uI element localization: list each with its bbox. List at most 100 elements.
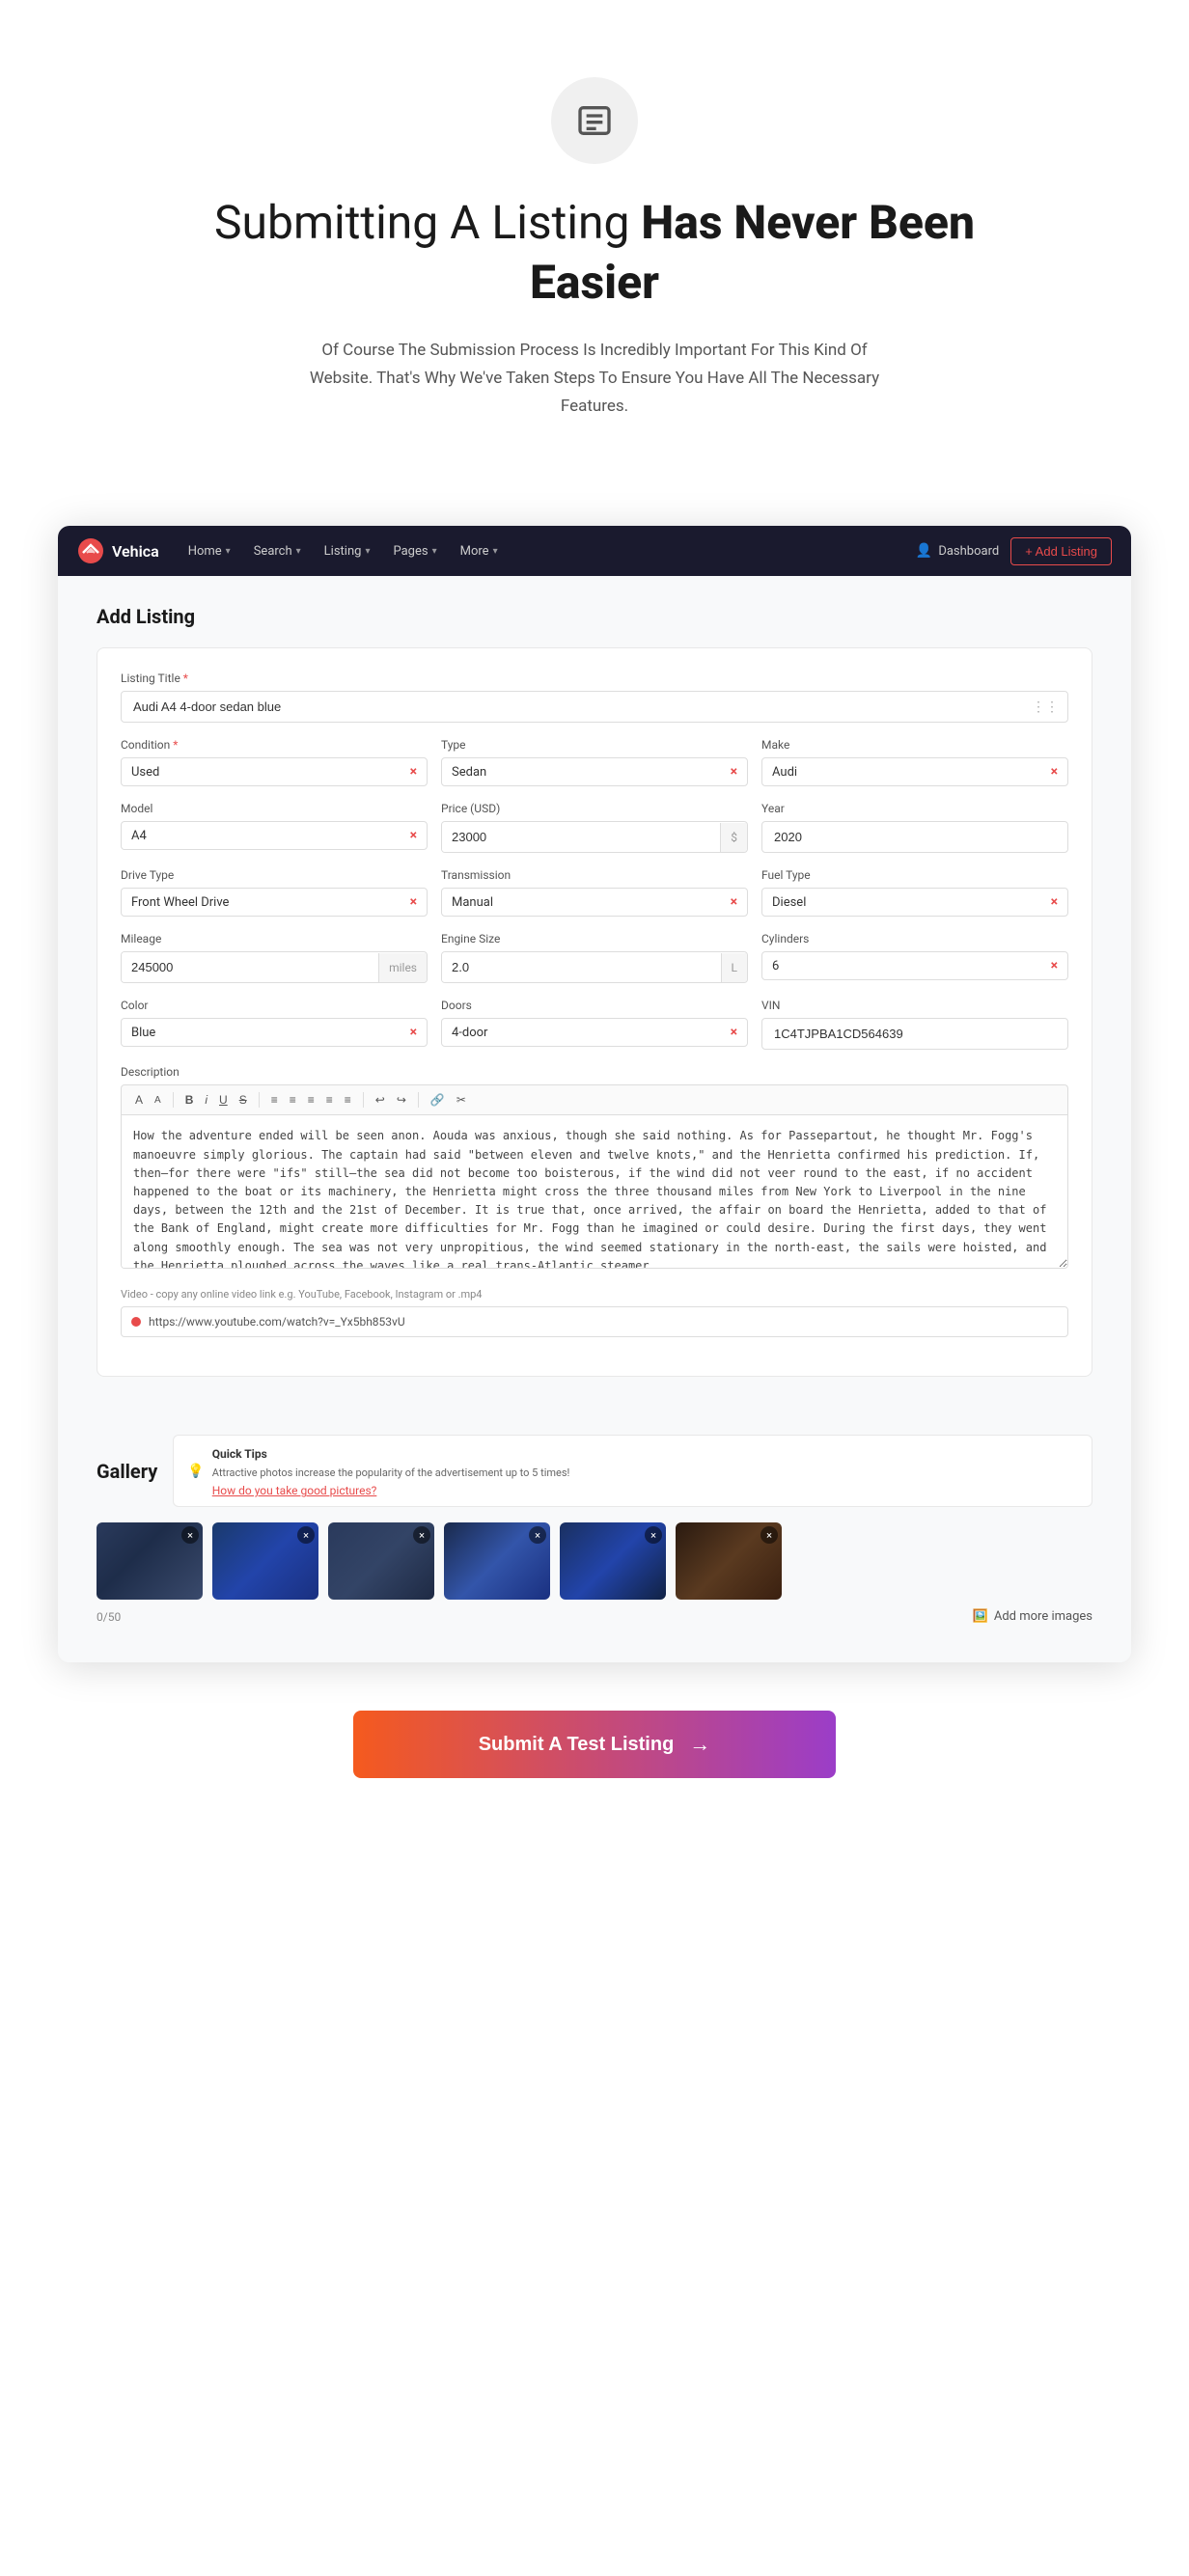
gallery-thumb-1: ×	[97, 1522, 203, 1600]
model-input[interactable]: A4 ×	[121, 821, 428, 850]
model-group: Model A4 ×	[121, 802, 428, 853]
type-input[interactable]: Sedan ×	[441, 757, 748, 786]
gallery-thumb-5: ×	[560, 1522, 666, 1600]
condition-input[interactable]: Used ×	[121, 757, 428, 786]
fuel-type-label: Fuel Type	[761, 868, 1068, 882]
cylinders-remove-icon[interactable]: ×	[1051, 958, 1058, 973]
submit-arrow-icon: →	[689, 1732, 710, 1757]
condition-remove-icon[interactable]: ×	[410, 764, 417, 780]
cylinders-input[interactable]: 6 ×	[761, 951, 1068, 980]
gallery-thumb-6-remove[interactable]: ×	[760, 1526, 778, 1544]
form-row-color-doors-vin: Color Blue × Doors 4-door × VIN	[121, 999, 1068, 1050]
year-input[interactable]	[761, 821, 1068, 853]
editor-bold-btn[interactable]: B	[181, 1091, 198, 1109]
gallery-thumb-2-remove[interactable]: ×	[297, 1526, 315, 1544]
description-textarea[interactable]: How the adventure ended will be seen ano…	[121, 1114, 1068, 1269]
engine-size-input[interactable]	[442, 952, 721, 982]
color-remove-icon[interactable]: ×	[410, 1025, 417, 1040]
vin-group: VIN	[761, 999, 1068, 1050]
transmission-remove-icon[interactable]: ×	[731, 894, 737, 910]
add-listing-button[interactable]: + Add Listing	[1010, 537, 1112, 565]
editor-italic-btn[interactable]: i	[201, 1091, 211, 1109]
editor-link-btn[interactable]: 🔗	[427, 1091, 449, 1109]
nav-item-listing[interactable]: Listing ▾	[315, 538, 380, 564]
editor-redo-btn[interactable]: ↪	[393, 1091, 410, 1109]
make-remove-icon[interactable]: ×	[1051, 764, 1058, 780]
gallery-thumb-4-remove[interactable]: ×	[529, 1526, 546, 1544]
fuel-type-input[interactable]: Diesel ×	[761, 888, 1068, 917]
mileage-group: Mileage miles	[121, 932, 428, 983]
gallery-thumb-2: ×	[212, 1522, 318, 1600]
type-remove-icon[interactable]: ×	[731, 764, 737, 780]
nav-item-more[interactable]: More ▾	[451, 538, 508, 564]
add-more-images-button[interactable]: 🖼️ Add more images	[973, 1609, 1092, 1624]
nav-item-pages[interactable]: Pages ▾	[383, 538, 446, 564]
gallery-count: 0/50	[97, 1610, 121, 1624]
nav-item-home[interactable]: Home ▾	[179, 538, 240, 564]
description-label: Description	[121, 1065, 1068, 1079]
browser-mockup: Vehica Home ▾ Search ▾ Listing ▾ Pages ▾…	[58, 526, 1131, 1662]
editor-text-btn[interactable]: A	[131, 1091, 147, 1109]
doors-input[interactable]: 4-door ×	[441, 1018, 748, 1047]
editor-divider-2	[259, 1092, 260, 1108]
vin-input[interactable]	[761, 1018, 1068, 1050]
editor-text-size-btn[interactable]: A	[151, 1093, 165, 1108]
transmission-group: Transmission Manual ×	[441, 868, 748, 917]
nav-items: Home ▾ Search ▾ Listing ▾ Pages ▾ More ▾	[179, 538, 916, 564]
nav-dashboard[interactable]: 👤 Dashboard	[916, 543, 999, 559]
doors-group: Doors 4-door ×	[441, 999, 748, 1050]
submit-button[interactable]: Submit A Test Listing →	[353, 1711, 836, 1778]
editor-undo-btn[interactable]: ↩	[372, 1091, 389, 1109]
make-label: Make	[761, 738, 1068, 752]
form-row-condition-type-make: Condition * Used × Type Sedan ×	[121, 738, 1068, 786]
navbar-brand[interactable]: Vehica	[77, 537, 159, 564]
color-input[interactable]: Blue ×	[121, 1018, 428, 1047]
drive-type-input[interactable]: Front Wheel Drive ×	[121, 888, 428, 917]
make-group: Make Audi ×	[761, 738, 1068, 786]
transmission-value: Manual	[452, 895, 725, 910]
video-group: Video - copy any online video link e.g. …	[121, 1288, 1068, 1337]
video-input-wrap[interactable]: https://www.youtube.com/watch?v=_Yx5bh85…	[121, 1306, 1068, 1337]
transmission-label: Transmission	[441, 868, 748, 882]
price-input[interactable]	[442, 822, 720, 852]
editor-strikethrough-btn[interactable]: S	[235, 1091, 251, 1109]
gallery-footer: 0/50 🖼️ Add more images	[97, 1609, 1092, 1624]
cylinders-group: Cylinders 6 ×	[761, 932, 1068, 983]
editor-outdent-btn[interactable]: ≡	[322, 1091, 337, 1109]
gallery-section: Gallery 💡 Quick Tips Attractive photos i…	[58, 1415, 1131, 1662]
editor-toolbar: A A B i U S ≡ ≡ ≡ ≡ ≡ ↩ ↪	[121, 1084, 1068, 1114]
form-card: Listing Title * ⋮⋮ Condition * Used ×	[97, 647, 1092, 1377]
mileage-label: Mileage	[121, 932, 428, 945]
listing-chevron-icon: ▾	[365, 546, 370, 557]
fuel-type-group: Fuel Type Diesel ×	[761, 868, 1068, 917]
gallery-thumb-5-remove[interactable]: ×	[645, 1526, 662, 1544]
model-remove-icon[interactable]: ×	[410, 828, 417, 843]
listing-title-input[interactable]	[121, 691, 1068, 723]
editor-underline-btn[interactable]: U	[215, 1091, 232, 1109]
nav-item-search[interactable]: Search ▾	[244, 538, 311, 564]
fuel-type-remove-icon[interactable]: ×	[1051, 894, 1058, 910]
quick-tips-box: 💡 Quick Tips Attractive photos increase …	[173, 1435, 1092, 1507]
video-dot-icon	[131, 1317, 141, 1327]
editor-unlink-btn[interactable]: ✂	[453, 1091, 470, 1109]
editor-ol-btn[interactable]: ≡	[286, 1091, 300, 1109]
year-group: Year	[761, 802, 1068, 853]
drive-type-remove-icon[interactable]: ×	[410, 894, 417, 910]
gallery-title: Gallery	[97, 1460, 157, 1483]
gallery-thumb-1-remove[interactable]: ×	[181, 1526, 199, 1544]
editor-indent-btn[interactable]: ≡	[304, 1091, 318, 1109]
submit-section: Submit A Test Listing →	[0, 1662, 1189, 1826]
quick-tips-link[interactable]: How do you take good pictures?	[212, 1484, 377, 1497]
drag-icon: ⋮⋮	[1032, 699, 1059, 715]
type-value: Sedan	[452, 765, 725, 780]
engine-suffix: L	[721, 953, 747, 982]
editor-list-btn[interactable]: ≡	[267, 1091, 282, 1109]
hero-title: Submitting A Listing Has Never Been Easi…	[193, 193, 996, 314]
transmission-input[interactable]: Manual ×	[441, 888, 748, 917]
color-label: Color	[121, 999, 428, 1012]
make-input[interactable]: Audi ×	[761, 757, 1068, 786]
doors-remove-icon[interactable]: ×	[731, 1025, 737, 1040]
mileage-input[interactable]	[122, 952, 378, 982]
editor-align-btn[interactable]: ≡	[341, 1091, 355, 1109]
gallery-thumb-3-remove[interactable]: ×	[413, 1526, 430, 1544]
